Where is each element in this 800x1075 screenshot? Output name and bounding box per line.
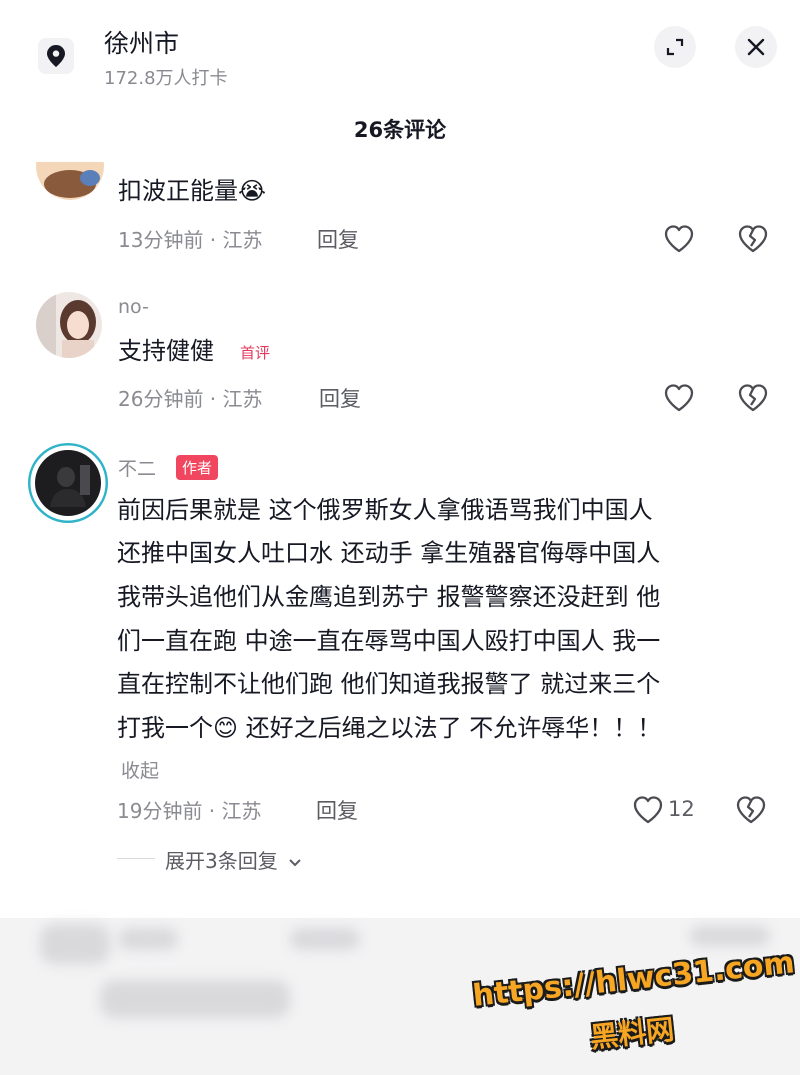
comment-username[interactable]: 不二	[118, 454, 156, 481]
expand-replies-button[interactable]: 展开3条回复	[165, 845, 302, 874]
comment-content-line: 还推中国女人吐口水 还动手 拿生殖器官侮辱中国人	[117, 539, 661, 567]
avatar[interactable]	[36, 292, 102, 358]
comment-content-line: 们一直在跑 中途一直在辱骂中国人殴打中国人 我一	[117, 627, 661, 655]
comment-time-location: 19分钟前 · 江苏	[117, 799, 262, 823]
collapse-button[interactable]: 收起	[121, 756, 159, 783]
dislike-broken-heart-icon[interactable]	[735, 794, 767, 826]
comment-panel: 徐州市 172.8万人打卡 26条评论 扣波正能量😭 13分钟前 · 江苏 回复	[0, 0, 800, 1075]
comment-time-location: 13分钟前 · 江苏	[118, 228, 263, 252]
checkin-count: 172.8万人打卡	[104, 68, 228, 89]
chevron-down-icon	[289, 859, 301, 867]
reply-button[interactable]: 回复	[317, 224, 359, 254]
location-pin-icon[interactable]	[38, 38, 74, 74]
author-badge: 作者	[176, 455, 219, 480]
comment-content-line: 打我一个😊 还好之后绳之以法了 不允许辱华！！！	[117, 714, 662, 742]
first-comment-badge: 首评	[240, 344, 271, 362]
heart-icon[interactable]	[663, 382, 695, 414]
location-title[interactable]: 徐州市	[104, 24, 179, 60]
comment-time-location: 26分钟前 · 江苏	[118, 387, 263, 411]
heart-icon[interactable]	[632, 794, 664, 826]
dislike-broken-heart-icon[interactable]	[737, 382, 769, 414]
comment-content: 扣波正能量😭	[118, 177, 267, 205]
dislike-broken-heart-icon[interactable]	[737, 223, 769, 255]
reply-button[interactable]: 回复	[319, 383, 361, 413]
author-avatar[interactable]	[28, 443, 108, 523]
reply-button[interactable]: 回复	[316, 795, 358, 825]
like-count: 12	[668, 797, 695, 821]
comment-username[interactable]: no-	[118, 296, 149, 318]
comment-content-line: 前因后果就是 这个俄罗斯女人拿俄语骂我们中国人	[117, 496, 653, 524]
blurred-comment-area	[0, 918, 800, 1075]
expand-replies-label: 展开3条回复	[165, 849, 278, 873]
comment-content-line: 我带头追他们从金鹰追到苏宁 报警警察还没赶到 他	[117, 583, 661, 611]
heart-icon[interactable]	[663, 223, 695, 255]
comment-content-line: 直在控制不让他们跑 他们知道我报警了 就过来三个	[117, 670, 661, 698]
comment-content: 支持健健	[118, 337, 214, 365]
comment-count-title: 26条评论	[353, 118, 447, 142]
divider	[117, 858, 155, 859]
expand-icon[interactable]	[654, 26, 696, 68]
close-icon[interactable]	[735, 26, 777, 68]
